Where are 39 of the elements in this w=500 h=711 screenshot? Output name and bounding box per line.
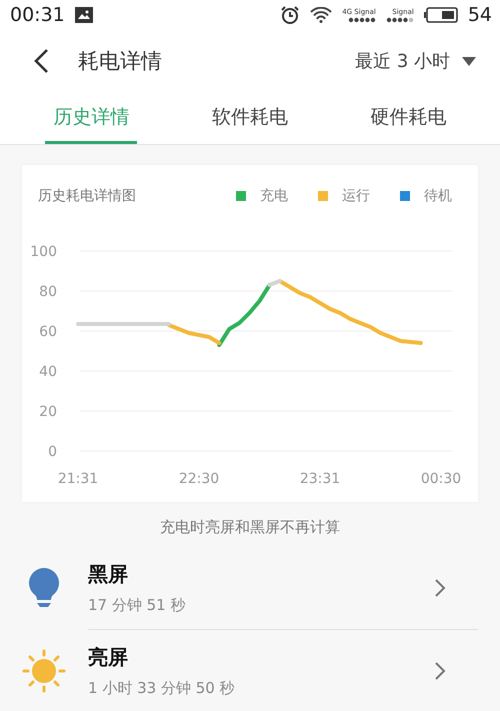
alarm-icon <box>280 5 300 25</box>
status-time: 00:31 <box>10 4 65 26</box>
x-tick-label: 00:30 <box>420 471 462 487</box>
y-tick-label: 60 <box>39 324 57 340</box>
signal-icon <box>386 16 414 22</box>
signal-icon <box>348 16 376 22</box>
chart-title: 历史耗电详情图 <box>38 187 136 205</box>
battery-icon <box>424 7 458 23</box>
range-dropdown[interactable]: 最近 3 小时 <box>355 49 476 73</box>
caret-icon <box>462 56 476 66</box>
x-tick-label: 21:31 <box>58 471 98 487</box>
list-item[interactable]: 亮屏 1 小时 33 分钟 50 秒 <box>0 629 500 711</box>
item-title: 黑屏 <box>88 561 129 588</box>
list-item[interactable]: 黑屏 17 分钟 51 秒 <box>0 547 500 629</box>
y-tick-label: 0 <box>48 444 57 460</box>
legend-label: 待机 <box>424 187 452 205</box>
wifi-icon <box>310 7 332 23</box>
legend-label: 充电 <box>260 187 288 205</box>
item-detail: 17 分钟 51 秒 <box>88 596 186 615</box>
tab[interactable]: 硬件耗电 <box>362 92 455 144</box>
y-tick-label: 20 <box>39 404 57 420</box>
chevron-icon <box>434 661 446 681</box>
x-tick-label: 23:31 <box>300 471 340 487</box>
battery-level: 54 <box>468 4 492 26</box>
tab[interactable]: 软件耗电 <box>204 92 296 144</box>
x-tick-label: 22:30 <box>178 471 220 487</box>
y-tick-label: 40 <box>39 364 57 380</box>
item-title: 亮屏 <box>88 644 129 671</box>
y-tick-label: 80 <box>39 284 57 300</box>
item-detail: 1 小时 33 分钟 50 秒 <box>88 679 235 698</box>
sun-icon <box>22 648 66 692</box>
page-title: 耗电详情 <box>78 48 162 75</box>
back-icon[interactable] <box>32 48 50 74</box>
y-tick-label: 100 <box>30 244 57 260</box>
image-icon <box>74 7 93 23</box>
chevron-icon <box>434 578 446 598</box>
legend-label: 运行 <box>342 187 370 205</box>
chart-note: 充电时亮屏和黑屏不再计算 <box>159 518 341 537</box>
lightbulb-icon <box>27 566 61 610</box>
